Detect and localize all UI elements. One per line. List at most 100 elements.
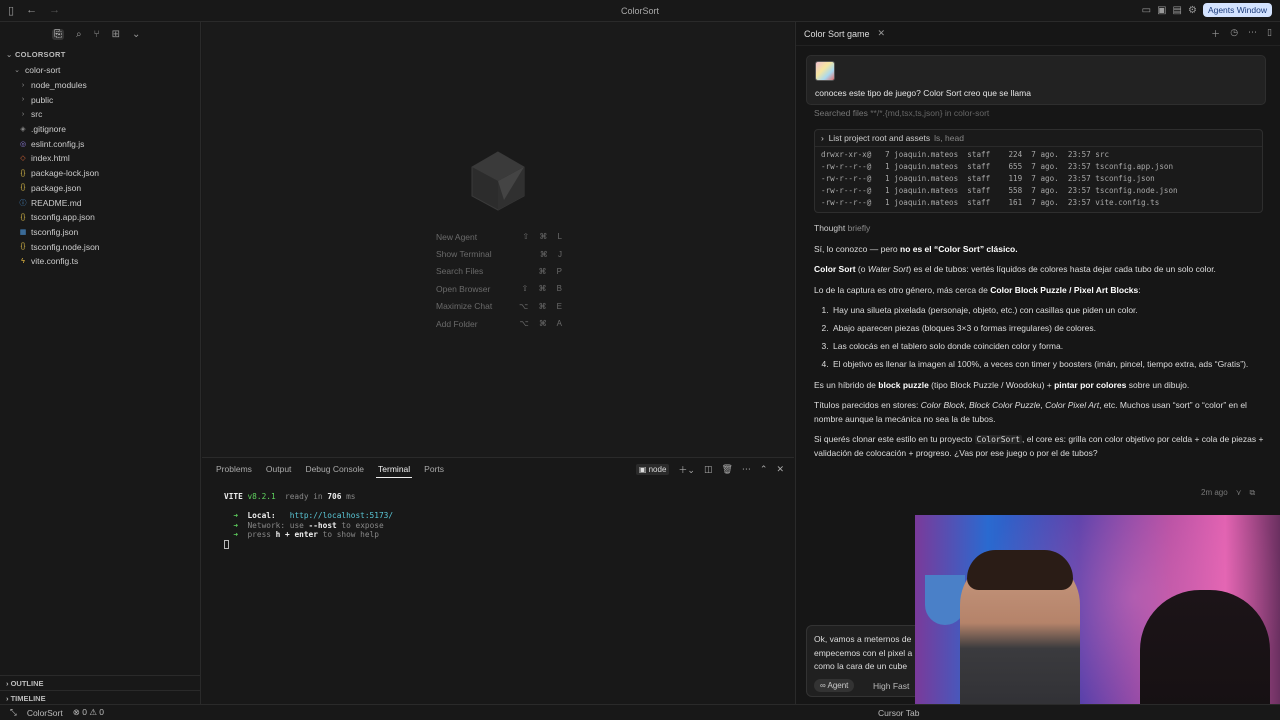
close-panel-icon[interactable]: ✕ xyxy=(776,464,784,475)
warning-count: 0 xyxy=(99,707,105,717)
tree-item-label: public xyxy=(31,94,54,105)
shortcut-keys: ⌥ ⌘ E xyxy=(519,301,566,311)
shortcut-row[interactable]: Maximize Chat ⌥ ⌘ E xyxy=(436,298,566,315)
composer-text[interactable]: Ok, vamos a meternos de empecemos con el … xyxy=(814,633,924,674)
tree-item[interactable]: › src xyxy=(0,107,200,122)
history-icon[interactable]: ◷ xyxy=(1230,27,1238,40)
network-label: Network: xyxy=(247,520,286,530)
more-icon[interactable]: ⋯ xyxy=(742,464,751,475)
close-icon[interactable]: ✕ xyxy=(878,28,886,39)
chat-tab-title[interactable]: Color Sort game xyxy=(804,29,870,39)
network-tail: to expose xyxy=(341,520,384,530)
model-selector[interactable]: High Fast xyxy=(873,681,909,691)
search-icon[interactable]: ⌕ xyxy=(76,29,82,40)
agents-window-button[interactable]: Agents Window xyxy=(1202,3,1272,17)
panel-tab-terminal[interactable]: Terminal xyxy=(376,464,413,478)
add-terminal-icon[interactable]: ＋⌄ xyxy=(678,463,695,476)
ls-line: -rw-r--r--@ 1 joaquin.mateos staff 161 7… xyxy=(821,198,1160,207)
remote-icon[interactable]: ⤡ xyxy=(10,707,17,718)
tree-item-label: index.html xyxy=(31,153,70,164)
tree-item-label: vite.config.ts xyxy=(31,256,79,267)
error-icon: ⊗ xyxy=(72,707,83,717)
shortcut-row[interactable]: New Agent ⇧ ⌘ L xyxy=(436,228,566,245)
tree-item[interactable]: ⓘ README.md xyxy=(0,195,200,210)
message-time: 2m ago xyxy=(1201,488,1228,497)
tree-item[interactable]: ⌄ color-sort xyxy=(0,63,200,78)
terminal-output[interactable]: VITE v8.2.1 ready in 706 ms ➜ Local: htt… xyxy=(224,492,393,549)
project-name[interactable]: ColorSort xyxy=(27,708,63,718)
json-icon: {} xyxy=(20,243,26,251)
tree-item-label: tsconfig.json xyxy=(31,226,79,237)
panel-tab-debug-console[interactable]: Debug Console xyxy=(303,464,366,478)
tool-output: drwxr-xr-x@ 7 joaquin.mateos staff 224 7… xyxy=(815,147,1262,211)
tree-item[interactable]: {} tsconfig.app.json xyxy=(0,210,200,225)
tree-item[interactable]: › node_modules xyxy=(0,78,200,93)
attached-image-thumbnail[interactable] xyxy=(815,61,835,81)
maximize-panel-icon[interactable]: ⌃ xyxy=(760,464,768,475)
source-control-icon[interactable]: ⑂ xyxy=(94,29,100,40)
agent-mode-selector[interactable]: ∞ Agent xyxy=(814,679,855,692)
tree-item[interactable]: ◇ index.html xyxy=(0,151,200,166)
shortcut-keys: ⌘ J xyxy=(539,249,566,259)
editor-area: New Agent ⇧ ⌘ L Show Terminal ⌘ J Search Fil… xyxy=(202,22,794,457)
user-message[interactable]: conoces este tipo de juego? Color Sort c… xyxy=(806,55,1266,105)
shortcut-label: New Agent xyxy=(436,231,478,242)
chat-icon[interactable]: ▣ xyxy=(1157,5,1166,16)
panel-tab-problems[interactable]: Problems xyxy=(214,464,254,478)
panel-icon[interactable]: ▤ xyxy=(1173,5,1182,16)
shortcut-row[interactable]: Add Folder ⌥ ⌘ A xyxy=(436,315,566,332)
local-url[interactable]: http://localhost:5173/ xyxy=(290,511,393,520)
tree-item[interactable]: ϟ vite.config.ts xyxy=(0,254,200,269)
panel-tab-output[interactable]: Output xyxy=(264,464,294,478)
layout-icon[interactable]: ▭ xyxy=(1142,5,1151,16)
tree-item[interactable]: ▦ tsconfig.json xyxy=(0,225,200,240)
answer-paragraph: Color Sort (o Water Sort) es el de tubos… xyxy=(814,264,1216,274)
tree-item[interactable]: ◈ .gitignore xyxy=(0,122,200,137)
cursor-tab-status[interactable]: Cursor Tab xyxy=(878,708,919,718)
more-icon[interactable]: ⋯ xyxy=(1248,27,1257,40)
answer-list-item: El objetivo es llenar la imagen al 100%,… xyxy=(831,358,1264,372)
searched-files-step[interactable]: Searched files **/*.{md,tsx,ts,json} in … xyxy=(814,108,989,118)
trash-icon[interactable]: 🗑 xyxy=(721,464,732,475)
composer-line: empecemos con el pixel a xyxy=(814,647,913,658)
tool-call-header[interactable]: › List project root and assets ls, head xyxy=(815,130,1262,147)
ready-text: ready in xyxy=(285,492,323,501)
extensions-icon[interactable]: ⊞ xyxy=(112,29,120,40)
thumbs-icon[interactable]: ⋎ xyxy=(1236,488,1242,498)
thought-label: Thought xyxy=(814,223,846,233)
panel-tab-ports[interactable]: Ports xyxy=(422,464,446,478)
outline-section[interactable]: › OUTLINE xyxy=(0,675,201,690)
split-terminal-icon[interactable]: ◫ xyxy=(704,464,713,475)
settings-icon[interactable]: ⚙ xyxy=(1188,5,1197,16)
tree-item[interactable]: › public xyxy=(0,92,200,107)
answer-paragraph: Es un híbrido de block puzzle (tipo Bloc… xyxy=(814,379,1190,390)
tool-call-box: › List project root and assets ls, head d… xyxy=(814,129,1263,213)
shortcut-label: Open Browser xyxy=(436,283,491,294)
copy-icon[interactable]: ⧉ xyxy=(1250,488,1256,498)
answer-paragraph: Títulos parecidos en stores: Color Block… xyxy=(814,400,1247,424)
tree-item[interactable]: {} package.json xyxy=(0,181,200,196)
tree-item[interactable]: {} package-lock.json xyxy=(0,166,200,181)
ts-icon: ▦ xyxy=(19,228,27,236)
vite-icon: ϟ xyxy=(21,257,25,265)
explorer-sidebar: ⎘ ⌕ ⑂ ⊞ ⌄ ⌄ COLORSORT ⌄ color-sort › node_m… xyxy=(0,22,201,704)
tool-call-command: ls, head xyxy=(934,133,964,143)
shortcut-label: Maximize Chat xyxy=(436,301,493,312)
html-icon: ◇ xyxy=(20,155,26,163)
terminal-shell-selector[interactable]: ▣ node xyxy=(635,464,670,475)
chevron-down-icon[interactable]: ⌄ xyxy=(132,29,140,40)
thought-step[interactable]: Thought briefly xyxy=(814,222,1264,236)
ready-unit: ms xyxy=(346,492,356,501)
webcam-overlay xyxy=(915,515,1280,720)
tree-item[interactable]: ◎ eslint.config.js xyxy=(0,136,200,151)
problems-indicator[interactable]: ⊗ 0 ⚠ 0 xyxy=(73,707,104,718)
explorer-root[interactable]: ⌄ COLORSORT xyxy=(0,46,200,63)
shortcut-row[interactable]: Open Browser ⇧ ⌘ B xyxy=(436,280,566,297)
files-icon[interactable]: ⎘ xyxy=(52,28,64,40)
new-chat-icon[interactable]: ＋ xyxy=(1211,27,1220,40)
shortcut-row[interactable]: Search Files ⌘ P xyxy=(436,263,566,280)
tree-item[interactable]: {} tsconfig.node.json xyxy=(0,239,200,254)
shortcut-row[interactable]: Show Terminal ⌘ J xyxy=(436,245,566,262)
timeline-section[interactable]: › TIMELINE xyxy=(0,690,201,705)
toggle-panel-icon[interactable]: ▯ xyxy=(1267,27,1272,40)
